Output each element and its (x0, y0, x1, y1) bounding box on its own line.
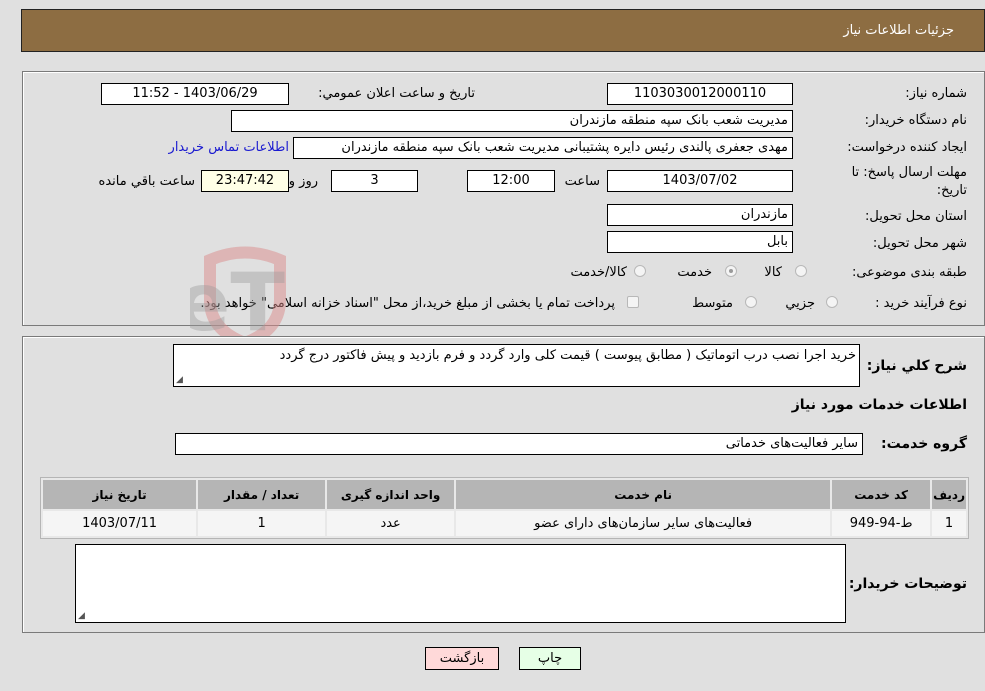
back-button[interactable]: بازگشت (425, 647, 499, 670)
category-option-service: خدمت (677, 265, 712, 280)
cell-service-name: فعالیت‌های سایر سازمان‌های دارای عضو (456, 511, 831, 536)
category-option-goods: کالا (764, 265, 782, 280)
buyer-org-field[interactable]: مدیریت شعب بانک سپه منطقه مازندران (231, 110, 793, 132)
cell-row-number: 1 (932, 511, 966, 536)
table-header-row: رديف کد خدمت نام خدمت واحد اندازه گیری ت… (43, 480, 966, 509)
announce-datetime-field[interactable]: 1403/06/29 - 11:52 (101, 83, 289, 105)
category-radio-goods-service[interactable] (634, 265, 646, 277)
cell-need-date: 1403/07/11 (43, 511, 197, 536)
days-label: روز و (288, 174, 318, 189)
process-label: نوع فرآیند خرید : (875, 296, 967, 311)
province-field[interactable]: مازندران (607, 204, 793, 226)
category-radio-goods[interactable] (795, 265, 807, 277)
buyer-notes-textarea[interactable]: ◢ (75, 544, 846, 623)
province-label: استان محل تحویل: (865, 209, 967, 224)
category-radio-service[interactable] (725, 265, 737, 277)
treasury-note: پرداخت تمام یا بخشی از مبلغ خرید،از محل … (200, 296, 615, 311)
cell-quantity: 1 (198, 511, 326, 536)
cell-unit: عدد (327, 511, 455, 536)
process-radio-minor[interactable] (826, 296, 838, 308)
col-header-service-code: کد خدمت (832, 480, 931, 509)
page-header: جزئيات اطلاعات نياز (21, 9, 985, 52)
deadline-label: مهلت ارسال پاسخ: تا تاریخ: (851, 165, 967, 198)
description-textarea[interactable]: خرید اجرا نصب درب اتوماتیک ( مطابق پیوست… (173, 344, 860, 387)
table-row: 1 ط-94-949 فعالیت‌های سایر سازمان‌های دا… (43, 511, 966, 536)
category-option-goods-service: کالا/خدمت (570, 265, 627, 280)
resize-grip-icon[interactable]: ◢ (78, 611, 85, 621)
city-label: شهر محل تحویل: (872, 236, 967, 251)
buyer-contact-link[interactable]: اطلاعات تماس خریدار (169, 140, 289, 155)
process-radio-medium[interactable] (745, 296, 757, 308)
col-header-quantity: تعداد / مقدار (198, 480, 326, 509)
category-label: طبقه بندی موضوعی: (851, 265, 967, 280)
requester-label: ایجاد کننده درخواست: (847, 140, 967, 155)
remaining-time-label: ساعت باقي مانده (98, 174, 195, 189)
service-group-label: گروه خدمت: (881, 436, 967, 452)
buyer-org-label: نام دستگاه خریدار: (864, 113, 967, 128)
announce-datetime-label: تاريخ و ساعت اعلان عمومي: (318, 86, 475, 101)
remaining-days-field[interactable]: 3 (331, 170, 418, 192)
col-header-unit: واحد اندازه گیری (327, 480, 455, 509)
need-number-field[interactable]: 1103030012000110 (607, 83, 793, 105)
remaining-time-field: 23:47:42 (201, 170, 289, 192)
treasury-checkbox[interactable] (627, 296, 639, 308)
services-table: رديف کد خدمت نام خدمت واحد اندازه گیری ت… (40, 477, 969, 539)
service-group-field[interactable]: سایر فعالیت‌های خدماتی (175, 433, 863, 455)
deadline-time-field[interactable]: 12:00 (467, 170, 555, 192)
city-field[interactable]: بابل (607, 231, 793, 253)
buyer-notes-label: توضیحات خریدار: (848, 576, 967, 592)
col-header-need-date: تاریخ نیاز (43, 480, 197, 509)
need-number-label: شماره نیاز: (905, 86, 967, 101)
print-button[interactable]: چاپ (519, 647, 581, 670)
requester-field[interactable]: مهدی جعفری پالندی رئیس دایره پشتیبانی مد… (293, 137, 793, 159)
resize-grip-icon[interactable]: ◢ (176, 375, 183, 385)
description-label: شرح كلي نياز: (866, 358, 967, 374)
deadline-time-label: ساعت (564, 174, 600, 189)
page-title: جزئيات اطلاعات نياز (843, 23, 954, 38)
services-heading: اطلاعات خدمات مورد نياز (791, 397, 967, 413)
deadline-date-field[interactable]: 1403/07/02 (607, 170, 793, 192)
description-text: خرید اجرا نصب درب اتوماتیک ( مطابق پیوست… (279, 348, 856, 363)
cell-service-code: ط-94-949 (832, 511, 931, 536)
process-option-minor: جزيي (785, 296, 815, 311)
col-header-row-number: رديف (932, 480, 966, 509)
process-option-medium: متوسط (692, 296, 733, 311)
col-header-service-name: نام خدمت (456, 480, 831, 509)
